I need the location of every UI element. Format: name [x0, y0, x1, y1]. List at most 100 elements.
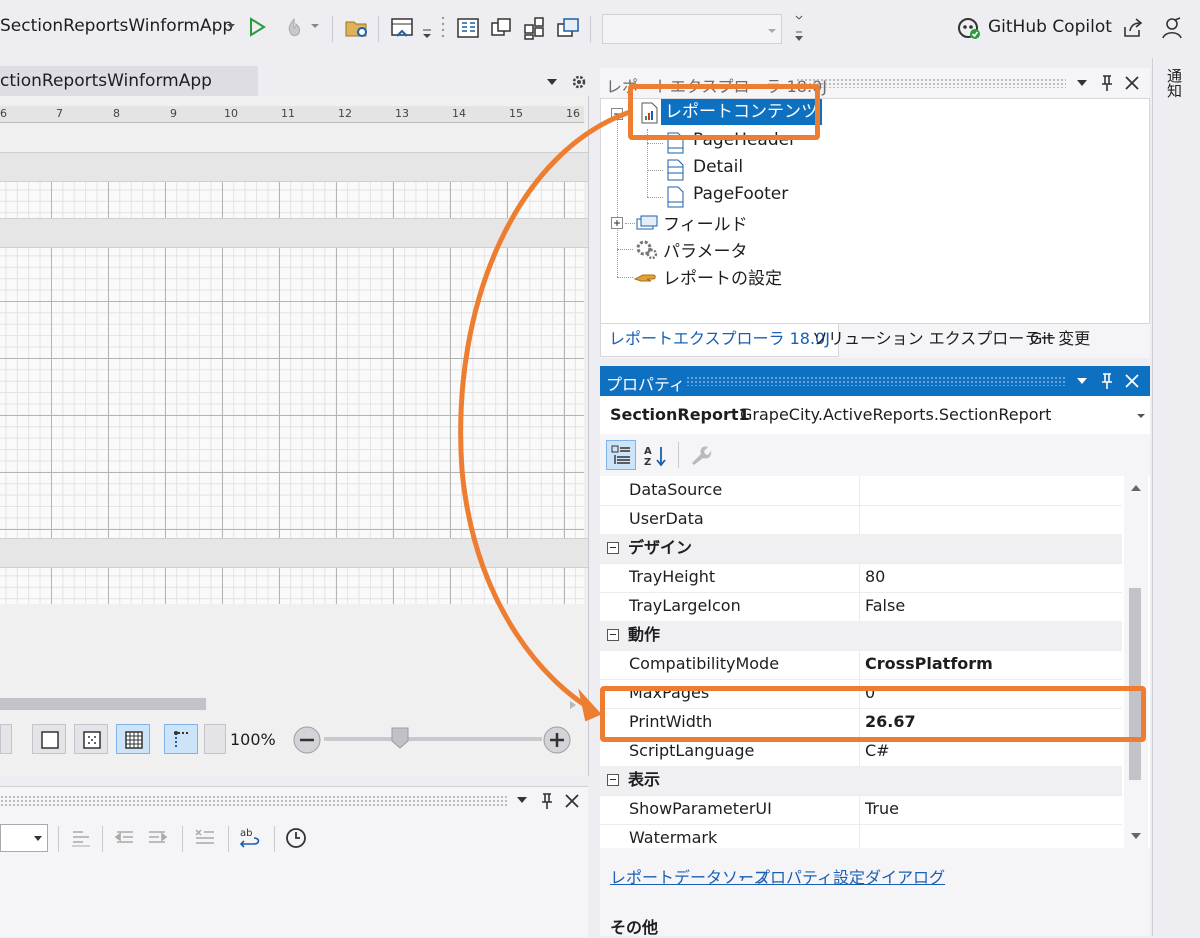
tab-label: Git 変更: [1030, 329, 1091, 348]
pin-icon[interactable]: [1100, 74, 1114, 92]
collapse-category-icon[interactable]: [607, 629, 619, 641]
scrollbar-thumb[interactable]: [1129, 588, 1141, 780]
align-left-icon[interactable]: [70, 828, 92, 848]
sort-alphabetical-icon[interactable]: AZ: [644, 444, 670, 468]
close-icon[interactable]: [564, 793, 580, 809]
pin-icon[interactable]: [540, 792, 554, 810]
pane-combo[interactable]: [0, 824, 48, 852]
page-header-band[interactable]: [0, 152, 588, 182]
indent-icon[interactable]: [146, 828, 168, 848]
chevron-down-icon[interactable]: [1076, 79, 1088, 87]
categorized-button[interactable]: [606, 440, 636, 470]
horizontal-scrollbar[interactable]: [0, 698, 206, 710]
chevron-down-icon[interactable]: [310, 22, 320, 30]
collapse-category-icon[interactable]: [607, 774, 619, 786]
property-value[interactable]: True: [865, 795, 899, 823]
chevron-down-icon[interactable]: [516, 796, 528, 804]
overflow-chevron-icon[interactable]: [422, 28, 432, 40]
zoom-slider-track[interactable]: [324, 737, 542, 741]
layout-button[interactable]: [0, 724, 12, 754]
start-icon[interactable]: [248, 17, 266, 37]
copy-window-icon[interactable]: [490, 17, 512, 39]
bottom-tool-pane: [0, 786, 588, 937]
snap-lines-button[interactable]: [164, 724, 198, 754]
property-row-traylargeicon[interactable]: TrayLargeIcon False: [600, 592, 1122, 622]
toolbar-separator: [58, 826, 59, 852]
report-layout-icon[interactable]: [456, 17, 480, 39]
property-row-trayheight[interactable]: TrayHeight 80: [600, 563, 1122, 593]
tree-node-detail[interactable]: Detail: [693, 157, 743, 177]
property-grid-scrollbar[interactable]: [1124, 476, 1148, 848]
category-name: 表示: [628, 770, 661, 789]
chevron-down-icon[interactable]: [226, 22, 236, 30]
share-icon[interactable]: [1122, 17, 1144, 39]
svg-text:A: A: [644, 446, 652, 457]
snap-option-button[interactable]: [204, 724, 226, 754]
tab-git-changes[interactable]: Git 変更: [1022, 324, 1098, 356]
chevron-down-icon[interactable]: [1076, 377, 1088, 385]
clock-icon[interactable]: [284, 826, 308, 850]
detail-section[interactable]: [0, 248, 584, 538]
expand-node-icon[interactable]: [611, 217, 623, 229]
property-value[interactable]: 80: [865, 563, 885, 591]
wrench-icon[interactable]: [688, 443, 712, 467]
zoom-in-icon[interactable]: [542, 725, 572, 755]
layout-home-icon[interactable]: [390, 16, 414, 40]
notifications-tab[interactable]: 通知: [1165, 68, 1185, 98]
hot-reload-icon[interactable]: [282, 16, 306, 40]
chevron-down-icon: [33, 835, 43, 843]
zoom-slider-thumb[interactable]: [390, 726, 410, 750]
property-row-userdata[interactable]: UserData: [600, 505, 1122, 535]
property-row-compatibilitymode[interactable]: CompatibilityMode CrossPlatform: [600, 650, 1122, 680]
scroll-up-icon[interactable]: [1130, 484, 1142, 492]
line-grid-button[interactable]: [116, 724, 150, 754]
property-value[interactable]: CrossPlatform: [865, 650, 993, 678]
startup-project-dropdown[interactable]: SectionReportsWinformApp: [0, 16, 233, 36]
window-stack-icon[interactable]: [556, 16, 580, 40]
close-icon[interactable]: [1124, 75, 1140, 91]
tree-node-fields[interactable]: フィールド: [663, 210, 748, 235]
grid-layout-icon[interactable]: [522, 15, 548, 41]
object-selector[interactable]: SectionReport1 GrapeCity.ActiveReports.S…: [600, 396, 1150, 435]
zoom-out-icon[interactable]: [292, 725, 322, 755]
property-dialog-link[interactable]: プロパティ設定ダイアログ: [754, 864, 945, 888]
scroll-right-icon[interactable]: [568, 700, 578, 710]
grid-icon: [125, 731, 143, 749]
toolbar-combo[interactable]: [602, 14, 782, 44]
clear-list-icon[interactable]: [194, 826, 216, 848]
tree-node-report-settings[interactable]: レポートの設定: [663, 264, 782, 289]
tab-list-chevron-icon[interactable]: [546, 78, 558, 86]
no-grid-button[interactable]: [32, 724, 66, 754]
tree-connector: [617, 277, 633, 278]
dot-grid-button[interactable]: [74, 724, 108, 754]
property-row-datasource[interactable]: DataSource: [600, 476, 1122, 506]
property-name: TrayLargeIcon: [629, 596, 741, 615]
close-icon[interactable]: [1124, 373, 1140, 389]
collapse-node-icon[interactable]: [611, 108, 623, 120]
scroll-down-icon[interactable]: [1130, 832, 1142, 840]
tree-node-page-footer[interactable]: PageFooter: [693, 184, 788, 204]
page-footer-section[interactable]: [0, 568, 584, 604]
folder-search-icon[interactable]: [344, 16, 370, 40]
gear-icon[interactable]: [570, 73, 588, 91]
tree-connector: [617, 249, 633, 250]
detail-band[interactable]: [0, 218, 588, 248]
toolbar-overflow-icon[interactable]: [794, 14, 804, 44]
github-copilot-button[interactable]: GitHub Copilot: [988, 17, 1112, 37]
category-row-design[interactable]: デザイン: [600, 534, 1122, 564]
tree-node-parameters[interactable]: パラメータ: [663, 237, 748, 262]
page-header-section[interactable]: [0, 182, 584, 218]
pin-icon[interactable]: [1100, 372, 1114, 390]
pane-grip: [0, 795, 508, 807]
category-row-behavior[interactable]: 動作: [600, 621, 1122, 651]
outdent-icon[interactable]: [114, 828, 136, 848]
word-wrap-icon[interactable]: ab: [238, 826, 264, 850]
document-tab[interactable]: ctionReportsWinformApp: [0, 66, 258, 96]
report-datasource-link[interactable]: レポートデータソース: [610, 864, 769, 888]
property-row-showparameterui[interactable]: ShowParameterUI True: [600, 795, 1122, 825]
collapse-category-icon[interactable]: [607, 542, 619, 554]
property-value[interactable]: False: [865, 592, 905, 620]
page-footer-band[interactable]: [0, 538, 588, 568]
feedback-person-icon[interactable]: [1160, 16, 1184, 40]
category-row-display[interactable]: 表示: [600, 766, 1122, 796]
